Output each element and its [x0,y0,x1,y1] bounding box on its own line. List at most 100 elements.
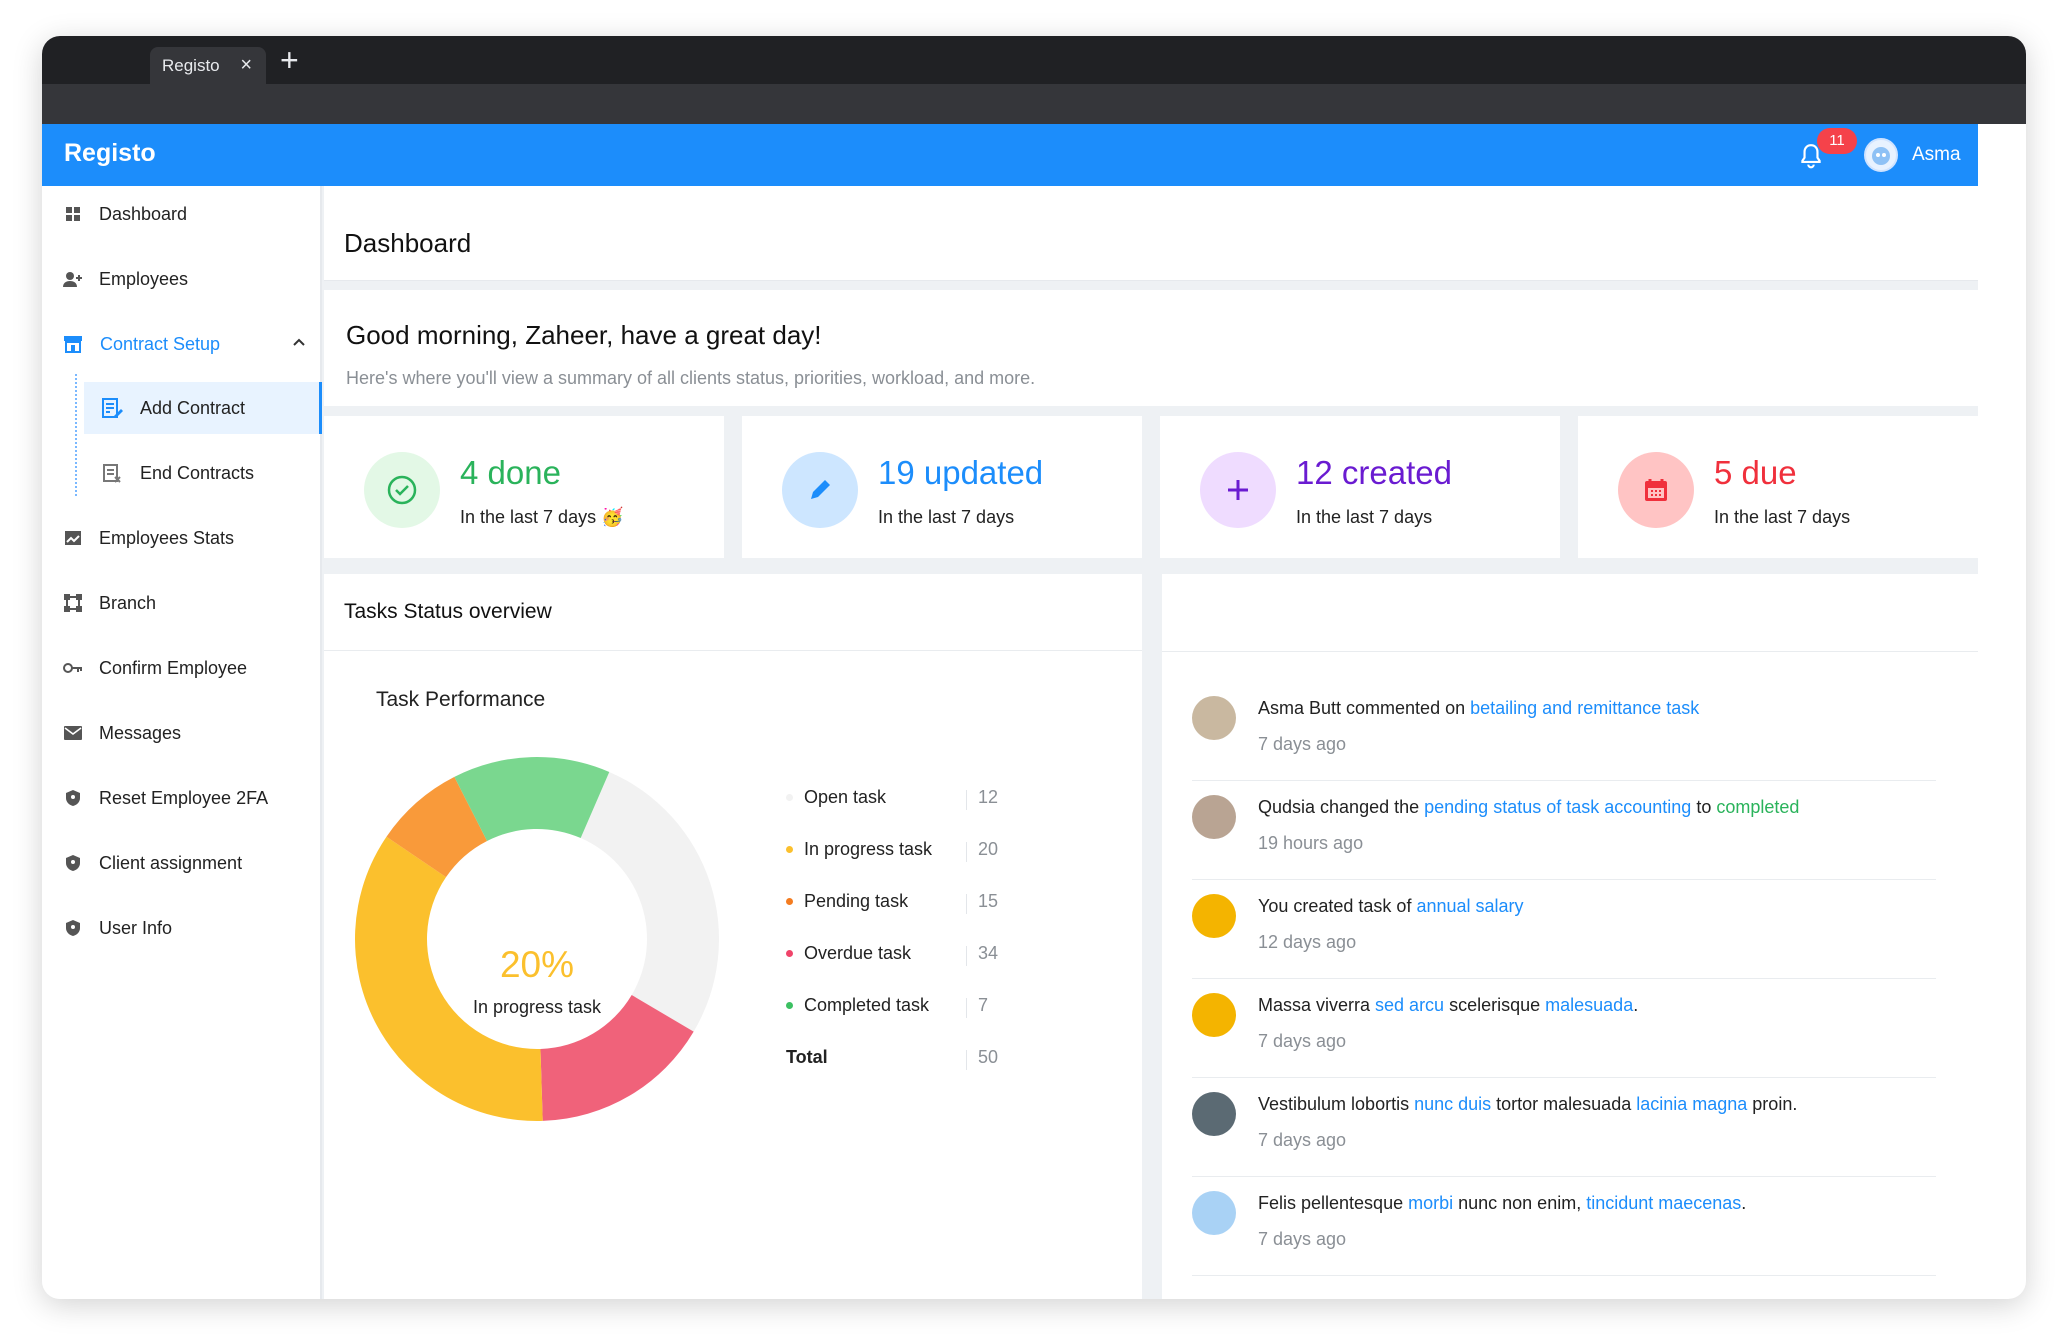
mail-icon [62,722,84,744]
donut-center-value: 20% [499,944,575,985]
activity-item: You created task of annual salary 12 days… [1192,882,1936,979]
sidebar-item-label: Confirm Employee [99,657,248,678]
activity-feed-card: Asma Butt commented on betailing and rem… [1162,574,1978,1299]
activity-timestamp: 7 days ago [1258,1130,1347,1150]
legend-dot [786,1002,793,1009]
user-avatar[interactable] [1864,138,1898,172]
activity-text: Qudsia changed the pending status of tas… [1258,797,1799,818]
activity-text: Massa viverra sed arcu scelerisque males… [1258,995,1638,1016]
stat-card-due: 5 due In the last 7 days [1578,416,1978,558]
activity-timestamp: 12 days ago [1258,932,1357,952]
notification-badge[interactable]: 11 [1817,128,1857,154]
stat-card-created: 12 created In the last 7 days [1160,416,1560,558]
sidebar-item-branch[interactable]: Branch [42,577,322,629]
stat-caption: In the last 7 days 🥳 [460,507,624,527]
legend-item-in-progress: In progress task 20 [786,836,1046,866]
sidebar-item-label: Employees Stats [99,527,235,548]
activity-text-segment: scelerisque [1444,995,1546,1015]
check-circle-icon [364,452,440,528]
activity-link[interactable]: betailing and remittance task [1470,698,1699,718]
sidebar-item-label: User Info [99,917,173,938]
key-icon [62,657,84,679]
sidebar-item-employees-stats[interactable]: Employees Stats [42,512,322,564]
shield-icon [62,852,84,874]
plus-icon[interactable]: + [280,44,299,76]
page-title: Dashboard [344,228,472,258]
activity-link[interactable]: annual salary [1416,896,1523,916]
activity-text: Felis pellentesque morbi nunc non enim, … [1258,1193,1746,1214]
stat-value: 12 created [1296,454,1452,491]
sidebar-item-contract-setup[interactable]: Contract Setup [42,318,322,370]
chart-title: Task Performance [376,688,546,711]
chevron-up-icon[interactable] [292,337,306,347]
activity-text: Asma Butt commented on betailing and rem… [1258,698,1699,719]
grid-icon [62,203,84,225]
legend-value: 20 [978,839,999,859]
browser-window: Registo × + Registo 11 Asma Dashboard Em… [42,36,2026,1299]
avatar[interactable] [1192,993,1236,1037]
activity-timestamp: 7 days ago [1258,734,1347,754]
sidebar-item-user-info[interactable]: User Info [42,902,322,954]
activity-link[interactable]: sed arcu [1375,995,1444,1015]
activity-text-segment: to [1691,797,1717,817]
activity-link[interactable]: lacinia magna [1636,1094,1747,1114]
legend-total-label: Total [786,1047,828,1067]
activity-text-segment: Massa viverra [1258,995,1376,1015]
greeting-title: Good morning, Zaheer, have a great day! [346,320,822,350]
sidebar-item-client-assignment[interactable]: Client assignment [42,837,322,889]
sidebar-item-dashboard[interactable]: Dashboard [42,188,322,240]
activity-text-segment: tortor malesuada [1491,1094,1637,1114]
sidebar-item-messages[interactable]: Messages [42,707,322,759]
sidebar-item-end-contracts[interactable]: End Contracts [42,447,322,499]
activity-link[interactable]: morbi [1408,1193,1453,1213]
legend-divider [966,842,967,862]
close-icon[interactable]: × [240,54,252,77]
activity-item: Felis pellentesque morbi nunc non enim, … [1192,1179,1936,1276]
pencil-icon [782,452,858,528]
activity-timestamp: 7 days ago [1258,1229,1347,1249]
browser-tab[interactable]: Registo × [150,47,266,84]
activity-text: Vestibulum lobortis nunc duis tortor mal… [1258,1094,1797,1115]
avatar[interactable] [1192,1191,1236,1235]
sidebar-item-confirm-employee[interactable]: Confirm Employee [42,642,322,694]
sidebar-item-add-contract[interactable]: Add Contract [84,382,322,434]
sidebar-item-label: End Contracts [140,462,255,483]
sidebar-item-label: Add Contract [140,397,246,418]
stat-value: 19 updated [878,454,1044,491]
sidebar-item-label: Employees [99,268,189,289]
activity-text-segment: nunc non enim, [1453,1193,1587,1213]
activity-link[interactable]: completed [1716,797,1799,817]
activity-link[interactable]: malesuada [1545,995,1633,1015]
activity-link[interactable]: pending status of task accounting [1424,797,1691,817]
activity-text-segment: Asma Butt commented on [1258,698,1471,718]
user-name[interactable]: Asma [1912,144,1961,166]
sidebar: Dashboard Employees Contract Setup Add C… [42,186,322,1299]
avatar[interactable] [1192,894,1236,938]
donut-center-label: In progress task [472,997,602,1017]
activity-text: You created task of annual salary [1258,896,1524,917]
calendar-icon [1618,452,1694,528]
sidebar-item-reset-employee-2fa[interactable]: Reset Employee 2FA [42,772,322,824]
activity-item: Qudsia changed the pending status of tas… [1192,783,1936,880]
avatar[interactable] [1192,795,1236,839]
activity-link[interactable]: nunc duis [1414,1094,1491,1114]
tasks-status-card: Tasks Status overview Task Performance 2… [324,574,1142,1299]
page-header: Dashboard [324,186,1978,281]
activity-item: Massa viverra sed arcu scelerisque males… [1192,981,1936,1078]
activity-text-segment: . [1741,1193,1747,1213]
stat-card-done: 4 done In the last 7 days 🥳 [324,416,724,558]
avatar[interactable] [1192,696,1236,740]
stat-value: 4 done [460,454,561,491]
avatar[interactable] [1192,1092,1236,1136]
store-icon [62,333,84,355]
activity-item: Asma Butt commented on betailing and rem… [1192,684,1936,781]
activity-text-segment: . [1633,995,1639,1015]
legend-label: In progress task [804,839,933,859]
browser-titlebar: Registo × + [42,36,2026,84]
activity-link[interactable]: tincidunt maecenas [1586,1193,1741,1213]
brand-logo[interactable]: Registo [64,139,156,168]
sidebar-item-employees[interactable]: Employees [42,253,322,305]
legend-item-pending: Pending task 15 [786,888,1046,918]
tasks-card-header: Tasks Status overview [324,574,1142,651]
sidebar-item-label: Branch [99,592,157,613]
